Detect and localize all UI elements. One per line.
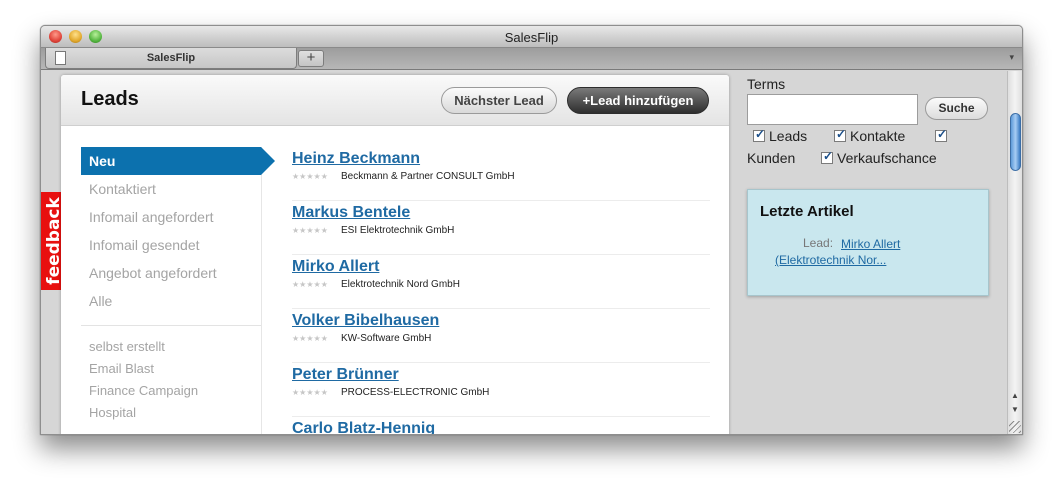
lead-company: ESI Elektrotechnik GmbH xyxy=(341,225,455,236)
search-input[interactable] xyxy=(747,94,918,125)
nav-item-kontaktiert[interactable]: Kontaktiert xyxy=(81,175,262,203)
next-lead-button[interactable]: Nächster Lead xyxy=(441,87,557,114)
new-tab-button[interactable]: + xyxy=(298,50,324,67)
filter-label: Verkaufschance xyxy=(837,150,937,166)
nav-divider xyxy=(81,325,261,326)
recent-title: Letzte Artikel xyxy=(760,203,854,220)
list-item: Heinz Beckmann ★★★★★ Beckmann & Partner … xyxy=(292,147,710,201)
search-sidebar: Terms Suche Leads Kontakte Kunden Verkau… xyxy=(747,71,1007,434)
filter-label: Kontakte xyxy=(850,128,906,144)
lead-name-link[interactable]: Carlo Blatz-Hennig xyxy=(292,420,435,434)
window-title: SalesFlip xyxy=(504,30,559,45)
chevron-down-icon[interactable]: ▾ xyxy=(1009,52,1014,63)
title-bar: SalesFlip xyxy=(41,26,1022,48)
source-item-finance-campaign[interactable]: Finance Campaign xyxy=(81,380,261,402)
lead-name-link[interactable]: Mirko Allert xyxy=(292,258,379,276)
source-item-email-blast[interactable]: Email Blast xyxy=(81,358,261,380)
page-title: Leads xyxy=(81,88,139,110)
list-item: Peter Brünner ★★★★★ PROCESS-ELECTRONIC G… xyxy=(292,363,710,417)
tab-label: SalesFlip xyxy=(146,52,196,64)
lead-name-link[interactable]: Volker Bibelhausen xyxy=(292,312,439,330)
leads-panel: Leads Nächster Lead +Lead hinzufügen Neu… xyxy=(61,75,729,434)
add-lead-button[interactable]: +Lead hinzufügen xyxy=(567,87,709,114)
nav-item-infomail-angefordert[interactable]: Infomail angefordert xyxy=(81,203,262,231)
lead-name-link[interactable]: Heinz Beckmann xyxy=(292,150,420,168)
lead-name-link[interactable]: Markus Bentele xyxy=(292,204,410,222)
lead-company: Beckmann & Partner CONSULT GmbH xyxy=(341,171,515,182)
tab-salesflip[interactable]: SalesFlip xyxy=(45,48,297,69)
checkbox-checked-icon[interactable] xyxy=(753,127,765,142)
list-item: Markus Bentele ★★★★★ ESI Elektrotechnik … xyxy=(292,201,710,255)
checkbox-checked-icon[interactable] xyxy=(935,127,947,142)
panel-header: Leads Nächster Lead +Lead hinzufügen xyxy=(61,75,729,126)
lead-name-link[interactable]: Peter Brünner xyxy=(292,366,399,384)
rating-stars[interactable]: ★★★★★ xyxy=(292,226,328,235)
checkbox-checked-icon[interactable] xyxy=(821,149,833,164)
filter-leads[interactable]: Leads xyxy=(753,127,808,144)
rating-stars[interactable]: ★★★★★ xyxy=(292,172,328,181)
search-button[interactable]: Suche xyxy=(925,97,988,120)
tab-bar: SalesFlip + ▾ xyxy=(41,48,1022,70)
page-content: feedback Leads Nächster Lead +Lead hinzu… xyxy=(41,71,1022,434)
filter-kunden-checkbox[interactable] xyxy=(935,127,951,144)
lead-company: KW-Software GmbH xyxy=(341,333,432,344)
scroll-up-icon[interactable]: ▲ xyxy=(1011,391,1019,400)
list-item: Volker Bibelhausen ★★★★★ KW-Software Gmb… xyxy=(292,309,710,363)
nav-item-angebot-angefordert[interactable]: Angebot angefordert xyxy=(81,259,262,287)
filter-kontakte[interactable]: Kontakte xyxy=(834,127,906,144)
list-item: Carlo Blatz-Hennig xyxy=(292,417,710,434)
filter-verkaufschance[interactable]: Verkaufschance xyxy=(821,149,937,166)
terms-label: Terms xyxy=(747,76,786,92)
vertical-scrollbar[interactable]: ▲ ▼ xyxy=(1007,71,1022,434)
rating-stars[interactable]: ★★★★★ xyxy=(292,388,328,397)
status-nav: Neu Kontaktiert Infomail angefordert Inf… xyxy=(81,147,275,434)
filter-label: Leads xyxy=(769,128,808,144)
checkbox-checked-icon[interactable] xyxy=(834,127,846,142)
scroll-thumb[interactable] xyxy=(1010,113,1021,171)
lead-company: PROCESS-ELECTRONIC GmbH xyxy=(341,387,490,398)
recent-articles-box: Letzte Artikel Lead: Mirko Allert (Elekt… xyxy=(747,189,989,296)
nav-item-infomail-gesendet[interactable]: Infomail gesendet xyxy=(81,231,262,259)
rating-stars[interactable]: ★★★★★ xyxy=(292,334,328,343)
rating-stars[interactable]: ★★★★★ xyxy=(292,280,328,289)
recent-item-link[interactable]: Mirko Allert (Elektrotechnik Nor... xyxy=(775,236,975,268)
nav-item-neu[interactable]: Neu xyxy=(81,147,275,175)
list-item: Mirko Allert ★★★★★ Elektrotechnik Nord G… xyxy=(292,255,710,309)
filter-kunden-label: Kunden xyxy=(747,150,796,166)
source-item-selbst-erstellt[interactable]: selbst erstellt xyxy=(81,336,261,358)
source-item-hospital[interactable]: Hospital xyxy=(81,402,261,424)
browser-window: SalesFlip SalesFlip + ▾ feedback Leads N… xyxy=(40,25,1023,435)
nav-item-alle[interactable]: Alle xyxy=(81,287,262,315)
scroll-down-icon[interactable]: ▼ xyxy=(1011,405,1019,414)
lead-company: Elektrotechnik Nord GmbH xyxy=(341,279,460,290)
resize-grip-icon[interactable] xyxy=(1009,421,1021,433)
